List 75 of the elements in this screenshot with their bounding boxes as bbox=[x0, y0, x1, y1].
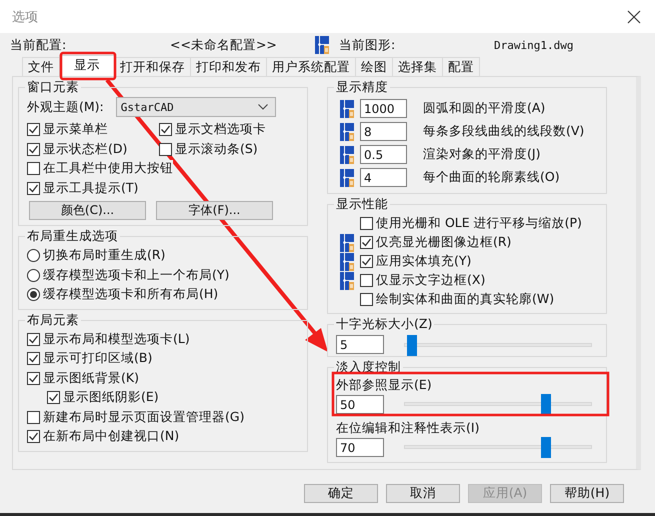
drawing-file-icon bbox=[315, 36, 329, 54]
annotation-box bbox=[60, 52, 116, 80]
tab[interactable]: 打开和保存 bbox=[114, 57, 191, 76]
field-label: 圆弧和圆的平滑度(A) bbox=[423, 100, 546, 117]
checkbox[interactable] bbox=[360, 293, 373, 306]
group-title: 显示性能 bbox=[334, 196, 390, 213]
theme-label: 外观主题(M): bbox=[27, 98, 104, 116]
checkbox[interactable] bbox=[360, 217, 373, 230]
group-title: 显示精度 bbox=[334, 79, 390, 96]
checkbox-label: 显示工具提示(T) bbox=[43, 180, 138, 197]
slider-thumb[interactable] bbox=[541, 437, 552, 458]
profile-label: 当前配置: bbox=[10, 36, 68, 54]
tab[interactable]: 文件 bbox=[22, 57, 60, 76]
checkbox-label: 显示滚动条(S) bbox=[175, 140, 258, 158]
slider-thumb[interactable] bbox=[541, 394, 552, 415]
checkbox[interactable] bbox=[360, 236, 373, 249]
tab[interactable]: 选择集 bbox=[392, 57, 443, 76]
checkbox[interactable] bbox=[27, 410, 40, 424]
dialog-button[interactable]: 颜色(C)... bbox=[29, 201, 146, 220]
checkbox-label: 绘制实体和曲面的真实轮廓(W) bbox=[376, 291, 554, 308]
radio-button[interactable] bbox=[27, 288, 40, 302]
tab[interactable]: 用户系统配置 bbox=[266, 57, 356, 76]
tab[interactable]: 显示 bbox=[59, 55, 115, 76]
drawing-label: 当前图形: bbox=[339, 36, 396, 54]
checkbox[interactable] bbox=[47, 391, 60, 404]
checkbox[interactable] bbox=[27, 182, 40, 195]
number-field[interactable]: 5 bbox=[336, 335, 384, 354]
group-title: 窗口元素 bbox=[25, 79, 81, 96]
field-label: 每条多段线曲线的线段数(V) bbox=[423, 123, 584, 140]
checkbox[interactable] bbox=[27, 123, 40, 136]
checkbox[interactable] bbox=[27, 142, 40, 156]
checkbox[interactable] bbox=[27, 352, 40, 366]
checkbox-label: 新建布局时显示页面设置管理器(G) bbox=[43, 408, 244, 426]
checkbox-label: 应用实体填充(Y) bbox=[376, 253, 472, 270]
checkbox[interactable] bbox=[27, 332, 40, 346]
radio-button[interactable] bbox=[27, 268, 40, 282]
chevron-down-icon bbox=[258, 104, 268, 110]
dialog-button[interactable]: 确定 bbox=[304, 484, 378, 503]
field-label: 渲染对象的平滑度(J) bbox=[423, 146, 540, 163]
group-title: 布局元素 bbox=[25, 312, 81, 328]
drawing-name: Drawing1.dwg bbox=[494, 38, 574, 52]
number-field[interactable]: 8 bbox=[360, 122, 407, 141]
checkbox[interactable] bbox=[360, 274, 373, 287]
checkbox[interactable] bbox=[27, 162, 40, 176]
slider-thumb[interactable] bbox=[407, 334, 418, 356]
radio-label: 缓存模型选项卡和上一个布局(Y) bbox=[43, 266, 230, 284]
checkbox[interactable] bbox=[360, 255, 373, 268]
number-field[interactable]: 50 bbox=[336, 394, 384, 414]
tab[interactable]: 配置 bbox=[442, 57, 480, 76]
checkbox[interactable] bbox=[27, 430, 40, 444]
dialog-button[interactable]: 帮助(H) bbox=[550, 484, 624, 503]
checkbox-label: 显示布局和模型选项卡(L) bbox=[43, 330, 190, 348]
profile-name: <<未命名配置>> bbox=[170, 36, 278, 54]
group-title: 布局重生成选项 bbox=[25, 228, 120, 245]
checkbox-label: 使用光栅和 OLE 进行平移与缩放(P) bbox=[376, 215, 582, 232]
window-title: 选项 bbox=[12, 8, 38, 26]
group-title: 十字光标大小(Z) bbox=[334, 316, 434, 333]
dialog-button[interactable]: 取消 bbox=[386, 484, 460, 503]
number-field[interactable]: 70 bbox=[336, 438, 384, 456]
dialog-button[interactable]: 字体(F)... bbox=[156, 201, 273, 220]
number-field[interactable]: 0.5 bbox=[360, 145, 407, 164]
field-label: 每个曲面的轮廓素线(O) bbox=[423, 169, 560, 186]
checkbox[interactable] bbox=[159, 123, 172, 136]
checkbox-label: 显示图纸背景(K) bbox=[43, 370, 139, 387]
theme-dropdown[interactable]: GstarCAD bbox=[116, 97, 276, 117]
checkbox-label: 仅显示文字边框(X) bbox=[376, 272, 486, 289]
checkbox[interactable] bbox=[27, 372, 40, 385]
tab[interactable]: 打印和发布 bbox=[190, 57, 267, 76]
number-field[interactable]: 1000 bbox=[360, 99, 407, 118]
checkbox-label: 仅亮显光栅图像边框(R) bbox=[376, 234, 512, 251]
radio-button[interactable] bbox=[27, 249, 40, 262]
close-icon[interactable] bbox=[627, 10, 641, 24]
number-field[interactable]: 4 bbox=[360, 168, 407, 187]
checkbox[interactable] bbox=[159, 142, 172, 156]
checkbox-label: 显示状态栏(D) bbox=[43, 140, 128, 158]
